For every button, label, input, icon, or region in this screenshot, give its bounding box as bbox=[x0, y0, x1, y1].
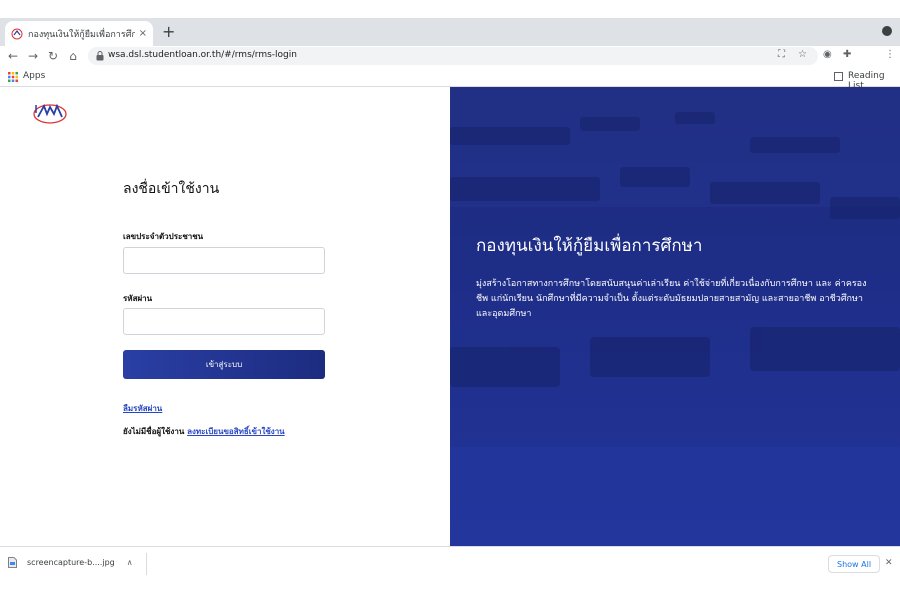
page-content: ลงชื่อเข้าใช้งาน เลขประจำตัวประชาชน รหัส… bbox=[0, 87, 900, 546]
hero-title: กองทุนเงินให้กู้ยืมเพื่อการศึกษา bbox=[476, 236, 703, 256]
close-icon[interactable]: ✕ bbox=[885, 558, 893, 568]
translate-icon[interactable]: ⛶ bbox=[778, 49, 785, 60]
register-link[interactable]: ลงทะเบียนขอสิทธิ์เข้าใช้งาน bbox=[187, 427, 285, 436]
back-icon[interactable]: ← bbox=[3, 46, 23, 66]
address-bar[interactable]: wsa.dsl.studentloan.or.th/#/rms/rms-logi… bbox=[88, 47, 818, 65]
download-item[interactable]: screencapture-b....jpg ∧ bbox=[8, 557, 133, 568]
bookmarks-bar: Apps Reading List bbox=[0, 68, 900, 91]
forgot-password-link[interactable]: ลืมรหัสผ่าน bbox=[123, 402, 162, 415]
downloads-bar: screencapture-b....jpg ∧ Show All ✕ bbox=[0, 546, 900, 581]
bookmark-star-icon[interactable]: ☆ bbox=[798, 49, 807, 60]
image-file-icon bbox=[8, 557, 17, 568]
tab-strip: กองทุนเงินให้กู้ยืมเพื่อการศึกษาแบบ × + bbox=[0, 18, 900, 46]
new-tab-button[interactable]: + bbox=[162, 22, 175, 42]
profile-icon[interactable] bbox=[882, 26, 892, 36]
hero-panel: กองทุนเงินให้กู้ยืมเพื่อการศึกษา มุ่งสร้… bbox=[450, 87, 900, 546]
apps-bookmark[interactable]: Apps bbox=[23, 71, 45, 81]
download-file-name: screencapture-b....jpg bbox=[27, 558, 115, 567]
reading-list-icon[interactable] bbox=[834, 72, 843, 81]
login-title: ลงชื่อเข้าใช้งาน bbox=[123, 181, 220, 197]
tab-close-icon[interactable]: × bbox=[139, 28, 147, 39]
register-row: ยังไม่มีชื่อผู้ใช้งาน ลงทะเบียนขอสิทธิ์เ… bbox=[123, 425, 285, 438]
camera-icon[interactable]: ◉ bbox=[823, 49, 832, 60]
forward-icon[interactable]: → bbox=[23, 46, 43, 66]
apps-grid-icon[interactable] bbox=[8, 72, 18, 82]
hero-description: มุ่งสร้างโอกาสทางการศึกษาโดยสนับสนุนค่าเ… bbox=[476, 279, 867, 319]
browser-tab[interactable]: กองทุนเงินให้กู้ยืมเพื่อการศึกษาแบบ × bbox=[5, 21, 153, 46]
no-account-text: ยังไม่มีชื่อผู้ใช้งาน bbox=[123, 427, 185, 436]
password-label: รหัสผ่าน bbox=[123, 294, 153, 303]
login-panel: ลงชื่อเข้าใช้งาน เลขประจำตัวประชาชน รหัส… bbox=[0, 87, 450, 546]
fund-logo bbox=[33, 103, 67, 124]
show-all-button[interactable]: Show All bbox=[828, 555, 881, 573]
url-text: wsa.dsl.studentloan.or.th/#/rms/rms-logi… bbox=[108, 50, 297, 60]
chevron-up-icon[interactable]: ∧ bbox=[127, 558, 133, 567]
reload-icon[interactable]: ↻ bbox=[43, 46, 63, 66]
downloads-divider bbox=[146, 553, 147, 575]
menu-icon[interactable]: ⋮ bbox=[885, 49, 895, 60]
id-number-input[interactable] bbox=[123, 247, 325, 274]
browser-toolbar: ← → ↻ ⌂ wsa.dsl.studentloan.or.th/#/rms/… bbox=[0, 46, 900, 66]
site-favicon-icon bbox=[11, 28, 23, 39]
lock-icon bbox=[96, 51, 104, 61]
extensions-icon[interactable]: ✚ bbox=[843, 49, 851, 60]
tab-title: กองทุนเงินให้กู้ยืมเพื่อการศึกษาแบบ bbox=[28, 29, 135, 40]
id-number-label: เลขประจำตัวประชาชน bbox=[123, 232, 204, 241]
login-button[interactable]: เข้าสู่ระบบ bbox=[123, 350, 325, 379]
home-icon[interactable]: ⌂ bbox=[63, 46, 83, 66]
password-input[interactable] bbox=[123, 308, 325, 335]
